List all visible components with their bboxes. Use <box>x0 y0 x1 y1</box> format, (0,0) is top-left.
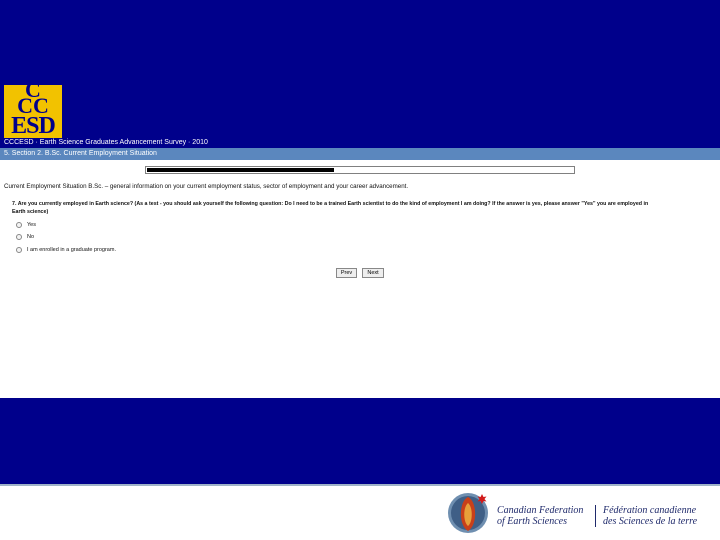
bottom-banner <box>0 398 720 484</box>
option-no[interactable]: No <box>16 232 34 241</box>
option-label: No <box>27 233 35 240</box>
option-label: Yes <box>27 221 36 228</box>
radio-button-icon[interactable] <box>16 233 22 240</box>
radio-button-icon[interactable] <box>16 246 22 253</box>
question-text-line-2: Earth science) <box>12 209 49 215</box>
footer-divider-line <box>0 484 720 486</box>
logo-line-3: ESD <box>11 113 56 139</box>
footer-en-line-1: Canadian Federation <box>497 505 584 516</box>
prev-button[interactable]: Prev <box>336 268 357 278</box>
footer-french-name: Fédération canadienne des Sciences de la… <box>603 505 697 527</box>
footer-fr-line-1: Fédération canadienne <box>603 505 697 516</box>
next-button[interactable]: Next <box>362 268 384 278</box>
section-intro: Current Employment Situation B.Sc. – gen… <box>4 183 409 190</box>
section-title: 5. Section 2. B.Sc. Current Employment S… <box>4 150 157 157</box>
option-yes[interactable]: Yes <box>16 220 36 229</box>
survey-title: CCCESD · Earth Science Graduates Advance… <box>4 139 208 146</box>
footer-fr-line-2: des Sciences de la terre <box>603 516 698 527</box>
footer-en-line-2: of Earth Sciences <box>497 516 567 527</box>
option-graduate-program[interactable]: I am enrolled in a graduate program. <box>16 245 116 254</box>
footer-name-divider <box>595 505 596 527</box>
question-text-line-1: 7. Are you currently employed in Earth s… <box>12 201 649 207</box>
footer-english-name: Canadian Federation of Earth Sciences <box>497 505 583 527</box>
option-label: I am enrolled in a graduate program. <box>27 246 116 253</box>
cfes-emblem-icon <box>448 493 488 533</box>
radio-button-icon[interactable] <box>16 221 22 228</box>
top-banner <box>0 0 720 148</box>
progress-bar-fill <box>147 168 334 172</box>
ccesd-logo: C CC ESD <box>4 79 62 139</box>
progress-bar <box>145 166 575 174</box>
question-7: 7. Are you currently employed in Earth s… <box>12 200 712 216</box>
